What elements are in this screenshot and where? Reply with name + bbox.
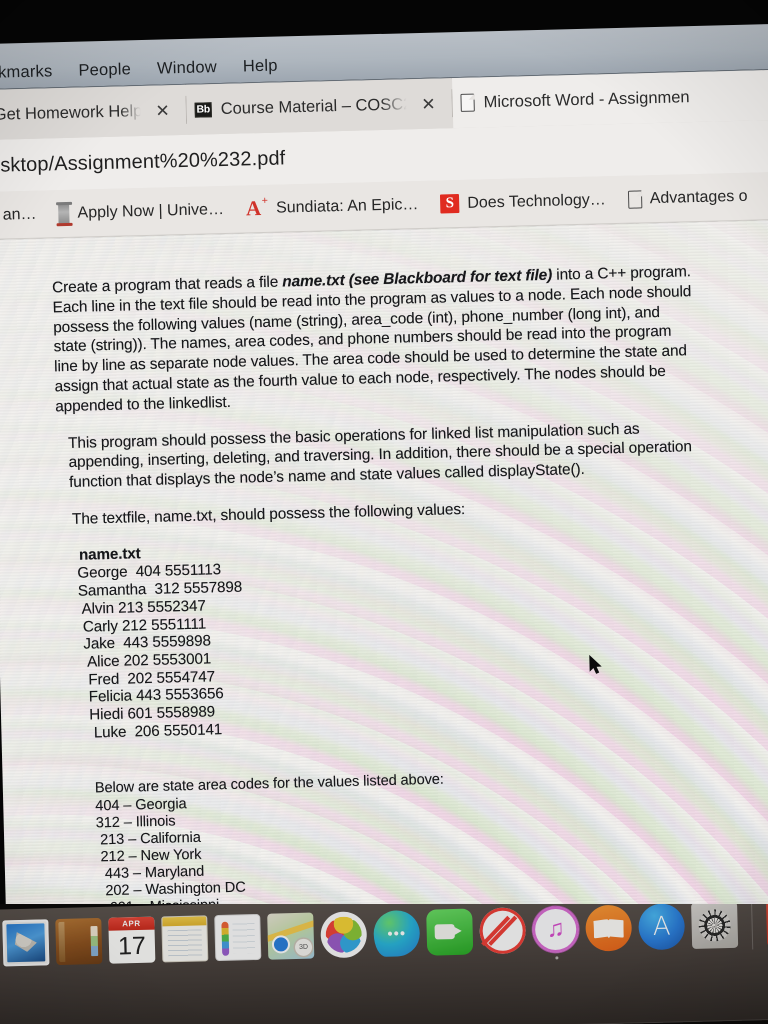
bookmark-item-does-technology[interactable]: S Does Technology… xyxy=(440,190,606,214)
address-bar-value[interactable]: esktop/Assignment%20%232.pdf xyxy=(0,147,286,177)
messages-icon[interactable] xyxy=(373,909,421,958)
tab-close-icon[interactable]: ✕ xyxy=(149,101,176,120)
a-plus-icon: A + xyxy=(245,194,269,221)
filename-emphasis: name.txt xyxy=(282,271,345,291)
blackboard-bb-icon: Bb xyxy=(194,101,212,118)
facetime-icon[interactable] xyxy=(426,908,474,956)
menu-item-help[interactable]: Help xyxy=(243,57,278,79)
menu-item-people[interactable]: People xyxy=(78,60,131,82)
calendar-icon[interactable]: APR 17 xyxy=(108,916,156,964)
books-icon[interactable] xyxy=(585,904,633,952)
browser-chrome: Get Homework Help With C ✕ Bb Course Mat… xyxy=(0,69,768,240)
screen-contents: okmarks People Window Help Get Homework … xyxy=(0,23,768,1024)
reminders-icon[interactable] xyxy=(214,913,262,962)
calendar-day-label: 17 xyxy=(117,931,147,961)
bookmark-item-advantages[interactable]: Advantages o xyxy=(627,187,748,209)
dock-divider xyxy=(751,904,754,950)
dock-bar: APR 17 3D xyxy=(0,904,768,1024)
bookmark-label: Apply Now | Unive… xyxy=(77,200,225,222)
document-icon xyxy=(627,189,642,209)
tab-title: Course Material – COSC237 xyxy=(220,94,407,118)
tab-microsoft-word-assignment[interactable]: Microsoft Word - Assignmen xyxy=(452,69,768,129)
assignment-paragraph-3: The textfile, name.txt, should possess t… xyxy=(71,500,466,528)
notes-icon[interactable] xyxy=(161,915,209,963)
paragraph-1-part-1: Create a program that reads a file xyxy=(51,273,283,297)
menu-item-window[interactable]: Window xyxy=(157,58,217,81)
bookmark-label: Sundiata: An Epic… xyxy=(275,195,419,217)
s-square-icon: S xyxy=(440,194,460,214)
assignment-paragraph-1: Create a program that reads a file name.… xyxy=(52,262,695,417)
bookmark-item-sundiata[interactable]: A + Sundiata: An Epic… xyxy=(245,194,419,221)
system-preferences-icon[interactable] xyxy=(691,904,739,949)
document-icon xyxy=(460,93,475,112)
maps-compass-label: 3D xyxy=(294,938,313,957)
name-txt-listing: name.txt George 404 5551113 Samantha 312… xyxy=(77,530,744,742)
assignment-paragraph-2: This program should possess the basic op… xyxy=(67,420,693,492)
dock: APR 17 3D xyxy=(0,904,768,1024)
itunes-icon[interactable] xyxy=(532,905,580,960)
bookmark-item-apply-now[interactable]: Apply Now | Unive… xyxy=(58,199,225,224)
bookmark-label: Advantages o xyxy=(649,187,748,207)
tab-get-homework-help[interactable]: Get Homework Help With C ✕ xyxy=(0,84,187,140)
contacts-icon[interactable] xyxy=(55,917,103,966)
photographed-screen: okmarks People Window Help Get Homework … xyxy=(0,0,768,1024)
mouse-cursor xyxy=(589,654,602,674)
tab-close-icon[interactable]: ✕ xyxy=(415,94,442,113)
bookmark-label: Does Technology… xyxy=(467,190,606,212)
document-body: Create a program that reads a file name.… xyxy=(0,220,768,980)
photos-icon[interactable] xyxy=(320,911,368,959)
pdf-page[interactable]: Create a program that reads a file name.… xyxy=(0,219,768,980)
news-icon[interactable] xyxy=(479,907,527,955)
column-icon xyxy=(58,203,70,224)
bookmark-label: s an… xyxy=(0,205,37,224)
blackboard-note: (see Blackboard for text file) xyxy=(344,266,553,289)
running-indicator-dot xyxy=(554,956,558,960)
mail-icon[interactable] xyxy=(2,919,50,967)
app-store-icon[interactable] xyxy=(638,904,686,951)
menu-item-bookmarks[interactable]: okmarks xyxy=(0,62,53,85)
tab-course-material[interactable]: Bb Course Material – COSC237 ✕ xyxy=(186,78,453,135)
bookmark-item-0[interactable]: s an… xyxy=(0,205,37,224)
maps-icon[interactable]: 3D xyxy=(267,912,315,960)
tab-title: Get Homework Help With C xyxy=(0,101,141,124)
tab-title: Microsoft Word - Assignmen xyxy=(483,87,690,111)
